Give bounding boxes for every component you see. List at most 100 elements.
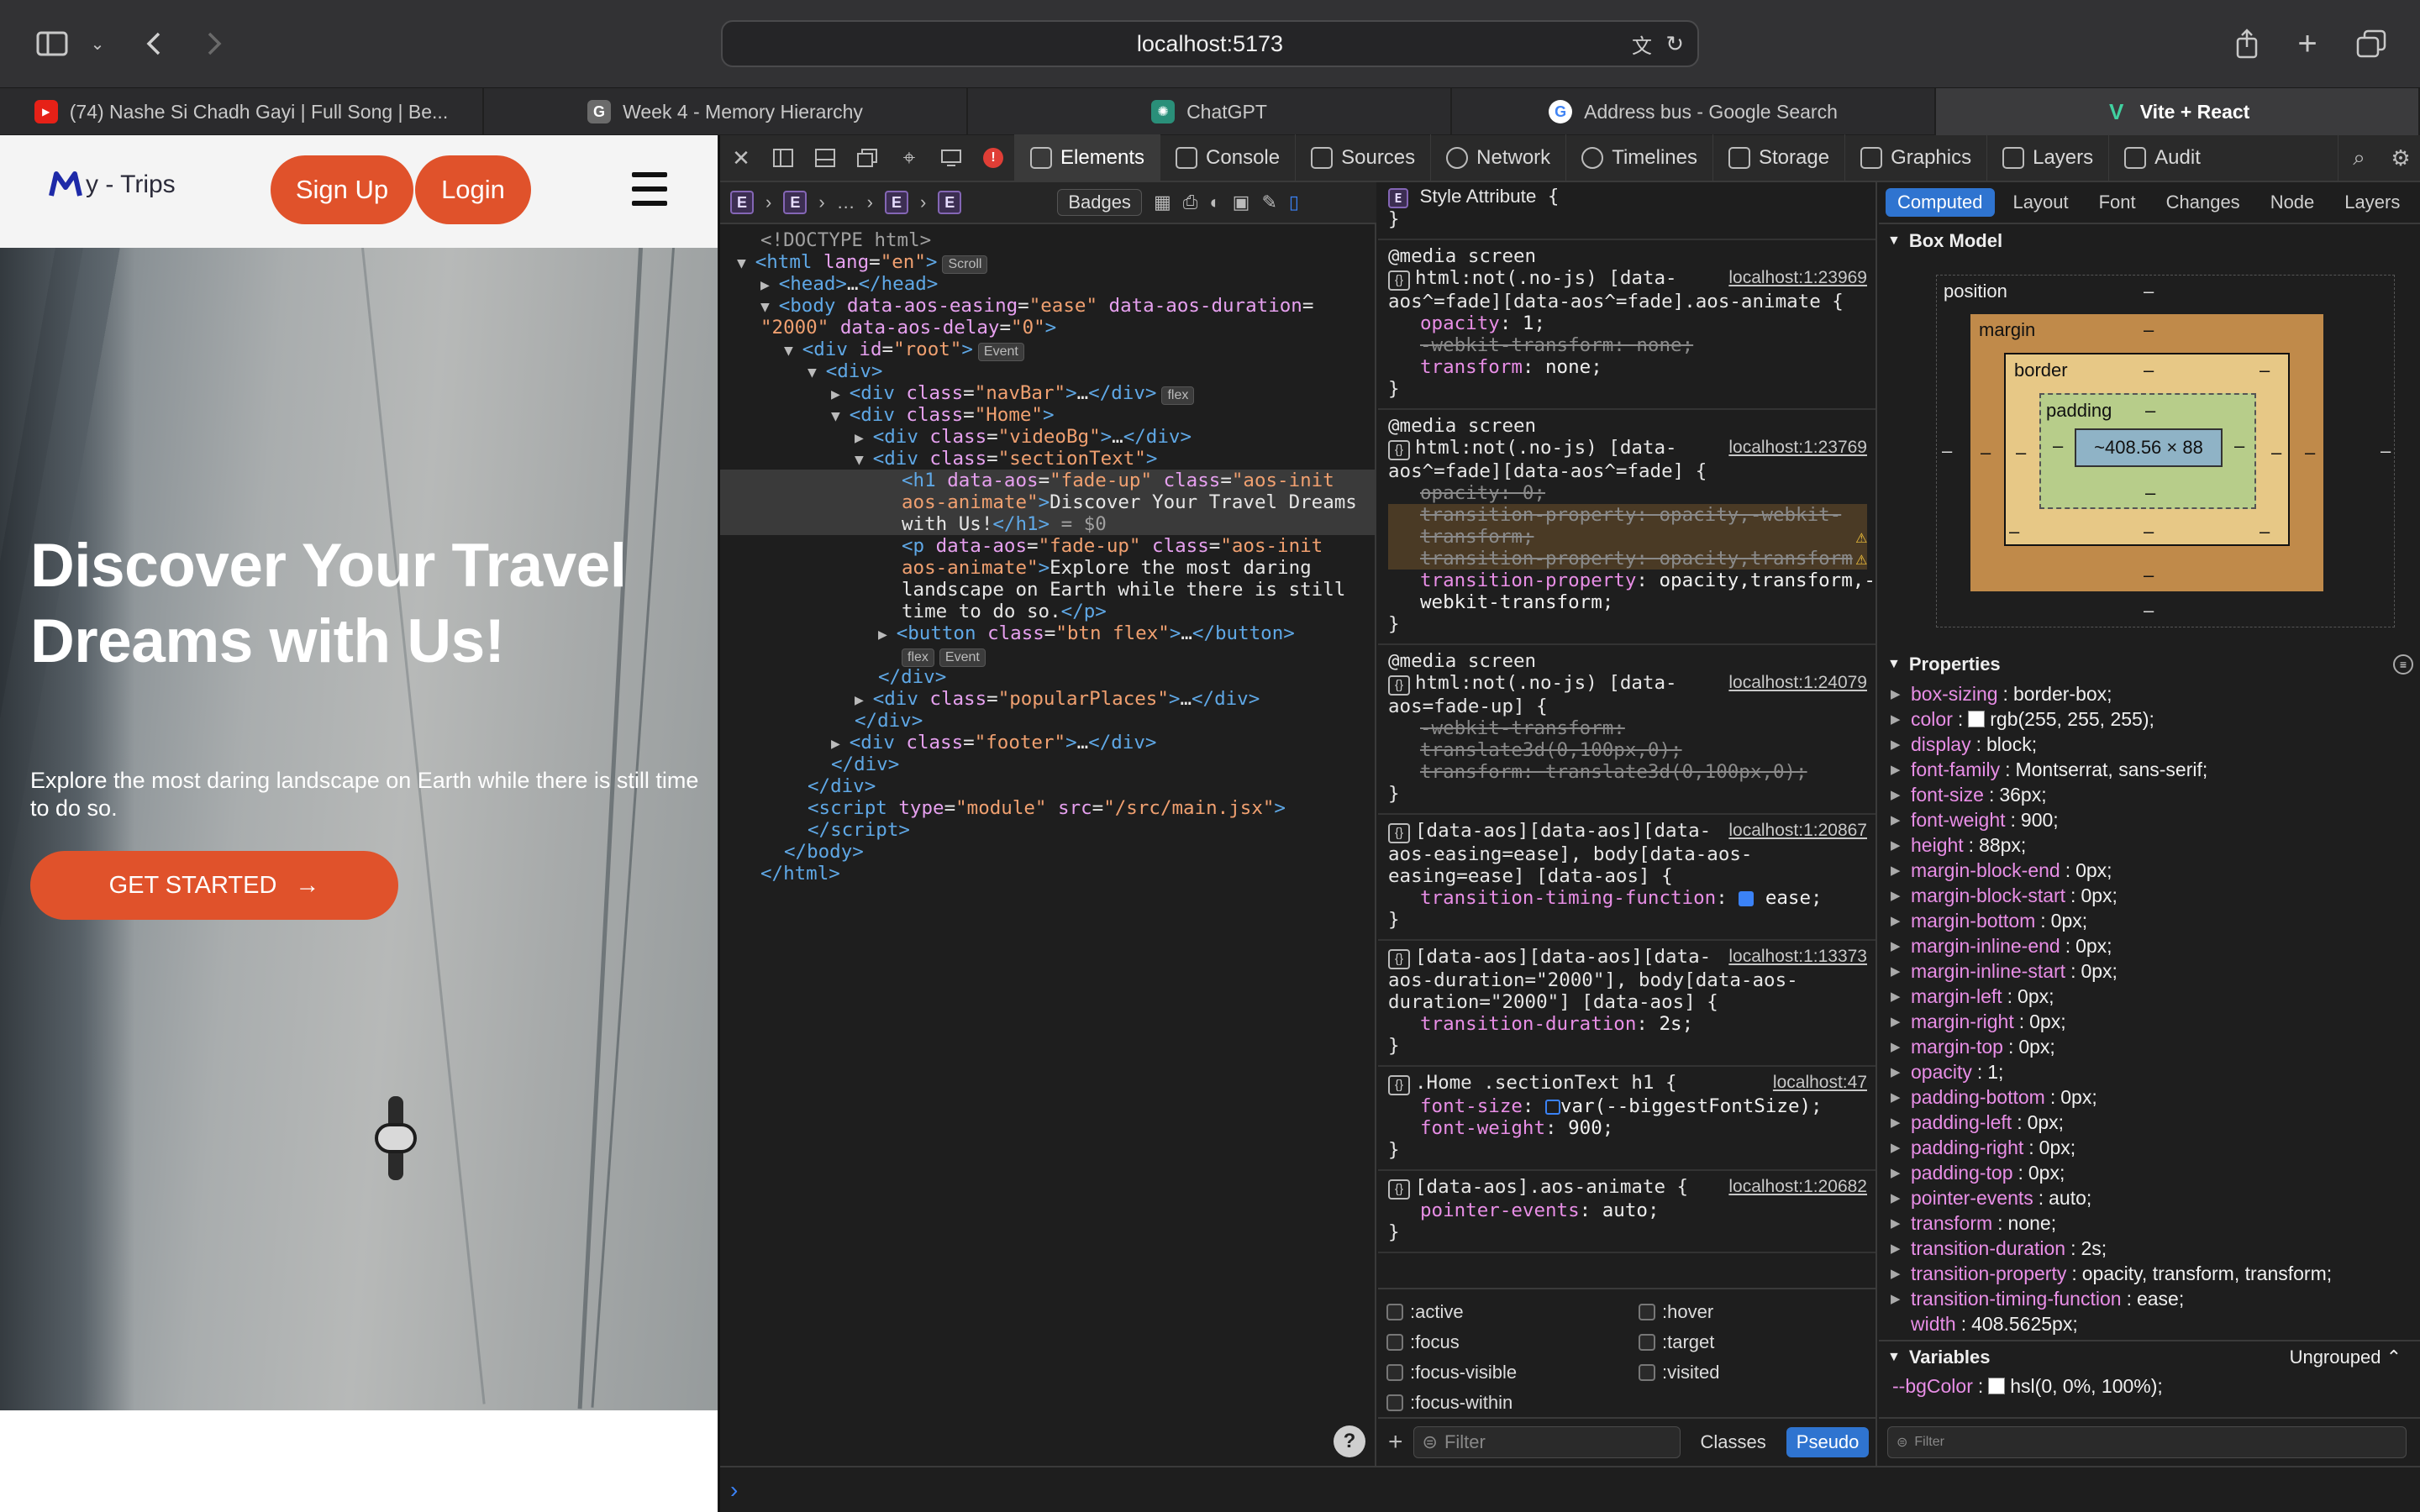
back-icon[interactable] bbox=[141, 20, 166, 67]
pseudo-hover-checkbox[interactable]: :hover bbox=[1639, 1301, 1713, 1323]
add-rule-icon[interactable]: + bbox=[1388, 1430, 1403, 1455]
disclosure-right-icon[interactable]: ▶ bbox=[1891, 1115, 1906, 1130]
tab-node[interactable]: Node bbox=[2259, 188, 2327, 217]
css-rule[interactable]: @media screen {} html:not(.no-js) [data-l… bbox=[1378, 240, 1876, 410]
disclosure-right-icon[interactable]: ▶ bbox=[1891, 963, 1906, 979]
signup-button[interactable]: Sign Up bbox=[271, 155, 413, 224]
close-icon[interactable]: ✕ bbox=[720, 134, 762, 181]
computed-property-row[interactable]: ▶ opacity:1; bbox=[1879, 1059, 2420, 1084]
pseudo-toggle[interactable]: Pseudo bbox=[1786, 1427, 1870, 1457]
source-link[interactable]: localhost:1:23969 bbox=[1728, 267, 1867, 291]
computed-property-row[interactable]: ▶ padding-right:0px; bbox=[1879, 1135, 2420, 1160]
dock-bottom-icon[interactable] bbox=[804, 134, 846, 181]
computed-property-row[interactable]: ▶ color: rgb(255, 255, 255); bbox=[1879, 706, 2420, 732]
tab-audit[interactable]: Audit bbox=[2108, 134, 2216, 181]
dom-node-root[interactable]: ▼ <div id="root"> Event bbox=[720, 339, 1376, 361]
source-link[interactable]: localhost:1:20867 bbox=[1728, 820, 1867, 843]
css-rule[interactable]: {} [data-aos].aos-animate {localhost:1:20… bbox=[1378, 1171, 1876, 1253]
dom-node-div[interactable]: ▼ <div> bbox=[720, 360, 1376, 382]
dom-node-head[interactable]: ▶ <head>…</head> bbox=[720, 273, 1376, 295]
tab-storage[interactable]: Storage bbox=[1712, 134, 1844, 181]
css-rule[interactable]: {} [data-aos][data-aos][data-localhost:1:… bbox=[1378, 941, 1876, 1067]
address-bar[interactable]: localhost:5173 文 ↻ bbox=[721, 20, 1699, 67]
dock-left-icon[interactable] bbox=[762, 134, 804, 181]
padding-box[interactable]: padding – – – – ~408.56 × 88 bbox=[2039, 393, 2256, 509]
detach-window-icon[interactable] bbox=[846, 134, 888, 181]
layout-grid-icon[interactable]: ▣ bbox=[1233, 192, 1250, 213]
computed-property-row[interactable]: ▶ margin-inline-end:0px; bbox=[1879, 933, 2420, 958]
translate-icon[interactable]: 文 bbox=[1632, 29, 1652, 59]
dom-node-navbar[interactable]: ▶ <div class="navBar">…</div> flex bbox=[720, 382, 1376, 405]
disclosure-right-icon[interactable]: ▶ bbox=[1891, 686, 1906, 701]
dom-node-sectiontext[interactable]: ▼ <div class="sectionText"> bbox=[720, 448, 1376, 470]
css-rule[interactable]: @media screen {} html:not(.no-js) [data-l… bbox=[1378, 410, 1876, 645]
computed-property-row[interactable]: ▶ margin-block-end:0px; bbox=[1879, 858, 2420, 883]
border-box[interactable]: border – – – – – – – padding – – – – ~40… bbox=[2004, 353, 2290, 546]
source-link[interactable]: localhost:1:20682 bbox=[1728, 1176, 1867, 1200]
dom-node-footer[interactable]: ▶ <div class="footer">…</div> bbox=[720, 732, 1376, 753]
source-link[interactable]: localhost:1:24079 bbox=[1728, 672, 1867, 696]
tab-layout[interactable]: Layout bbox=[2002, 188, 2081, 217]
dom-node-doctype[interactable]: <!DOCTYPE html> bbox=[720, 229, 1376, 251]
css-rule[interactable]: @media screen {} html:not(.no-js) [data-l… bbox=[1378, 645, 1876, 815]
disclosure-right-icon[interactable]: ▶ bbox=[1891, 762, 1906, 777]
styles-filter-input[interactable]: ⊜ Filter bbox=[1413, 1426, 1681, 1458]
browser-tab-active[interactable]: V Vite + React bbox=[1936, 88, 2420, 135]
tab-graphics[interactable]: Graphics bbox=[1844, 134, 1986, 181]
browser-tab[interactable]: G Week 4 - Memory Hierarchy bbox=[484, 88, 968, 135]
disclosure-right-icon[interactable]: ▶ bbox=[1891, 913, 1906, 928]
disclosure-right-icon[interactable]: ▶ bbox=[1891, 1215, 1906, 1231]
computed-property-row[interactable]: ▶ transform: none; bbox=[1879, 1210, 2420, 1236]
ungrouped-select[interactable]: Ungrouped ⌃ bbox=[2290, 1347, 2402, 1368]
search-icon[interactable]: ⌕ bbox=[2338, 134, 2380, 181]
disclosure-right-icon[interactable]: ▶ bbox=[1891, 812, 1906, 827]
grid-overlay-icon[interactable]: ▦ bbox=[1154, 192, 1171, 213]
browser-tab[interactable]: ▶ (74) Nashe Si Chadh Gayi | Full Song |… bbox=[0, 88, 484, 135]
tab-sources[interactable]: Sources bbox=[1295, 134, 1430, 181]
computed-property-row[interactable]: ▶ pointer-events: auto; bbox=[1879, 1185, 2420, 1210]
content-box[interactable]: ~408.56 × 88 bbox=[2075, 428, 2223, 467]
color-swatch[interactable] bbox=[1968, 711, 1986, 727]
disclosure-right-icon[interactable]: ▶ bbox=[1891, 1266, 1906, 1281]
dom-node-home[interactable]: ▼ <div class="Home"> bbox=[720, 404, 1376, 426]
computed-property-row[interactable]: ▶ transition-duration:2s; bbox=[1879, 1236, 2420, 1261]
tab-elements[interactable]: Elements bbox=[1014, 134, 1160, 181]
device-icon[interactable] bbox=[930, 134, 972, 181]
dom-node-html[interactable]: ▼ <html lang="en"> Scroll bbox=[720, 251, 1376, 274]
disclosure-right-icon[interactable]: ▶ bbox=[1891, 837, 1906, 853]
warning-icon[interactable]: ⚠ bbox=[1855, 526, 1867, 548]
dom-node-popularplaces[interactable]: ▶ <div class="popularPlaces">…</div> bbox=[720, 688, 1376, 710]
source-link[interactable]: localhost:1:13373 bbox=[1728, 946, 1867, 969]
computed-property-row[interactable]: ▶ font-family: Montserrat, sans-serif; bbox=[1879, 757, 2420, 782]
computed-property-row[interactable]: ▶ display: block; bbox=[1879, 732, 2420, 757]
gear-icon[interactable]: ⚙ bbox=[2380, 134, 2420, 181]
source-link[interactable]: localhost:47 bbox=[1773, 1072, 1867, 1095]
reload-icon[interactable]: ↻ bbox=[1665, 31, 1684, 57]
computed-property-row[interactable]: ▶ padding-bottom:0px; bbox=[1879, 1084, 2420, 1110]
tab-overview-icon[interactable] bbox=[2353, 20, 2390, 67]
computed-property-row[interactable]: width:408.5625px; bbox=[1879, 1311, 2420, 1336]
pseudo-visited-checkbox[interactable]: :visited bbox=[1639, 1362, 1719, 1383]
pseudo-focus-within-checkbox[interactable]: :focus-within bbox=[1386, 1392, 1512, 1414]
computed-property-row[interactable]: ▶ box-sizing: border-box; bbox=[1879, 681, 2420, 706]
computed-property-row[interactable]: ▶ padding-top:0px; bbox=[1879, 1160, 2420, 1185]
disclosure-right-icon[interactable]: ▶ bbox=[1891, 1064, 1906, 1079]
computed-property-row[interactable]: ▶ margin-left:0px; bbox=[1879, 984, 2420, 1009]
disclosure-right-icon[interactable]: ▶ bbox=[1891, 711, 1906, 727]
console-prompt[interactable]: › bbox=[720, 1466, 2420, 1512]
browser-tab[interactable]: ✺ ChatGPT bbox=[968, 88, 1452, 135]
computed-filter-input[interactable]: ⊜ Filter bbox=[1887, 1426, 2407, 1458]
paint-brush-icon[interactable]: ✎ bbox=[1261, 192, 1276, 213]
disclosure-right-icon[interactable]: ▶ bbox=[1891, 1165, 1906, 1180]
disclosure-right-icon[interactable]: ▶ bbox=[1891, 1241, 1906, 1256]
site-logo[interactable]: y - Trips bbox=[49, 171, 176, 199]
computed-property-row[interactable]: ▶ padding-left:0px; bbox=[1879, 1110, 2420, 1135]
pseudo-focus-checkbox[interactable]: :focus bbox=[1386, 1331, 1460, 1353]
box-model-header[interactable]: ▼ Box Model bbox=[1879, 224, 2420, 258]
forward-icon[interactable] bbox=[202, 20, 227, 67]
browser-tab[interactable]: G Address bus - Google Search bbox=[1452, 88, 1936, 135]
variables-header[interactable]: ▼ Variables Ungrouped ⌃ bbox=[1879, 1340, 2420, 1373]
computed-property-row[interactable]: ▶ font-size:36px; bbox=[1879, 782, 2420, 807]
dom-node-body[interactable]: ▼ <body data-aos-easing="ease" data-aos-… bbox=[720, 295, 1376, 317]
element-badge-icon[interactable]: E bbox=[730, 191, 754, 214]
